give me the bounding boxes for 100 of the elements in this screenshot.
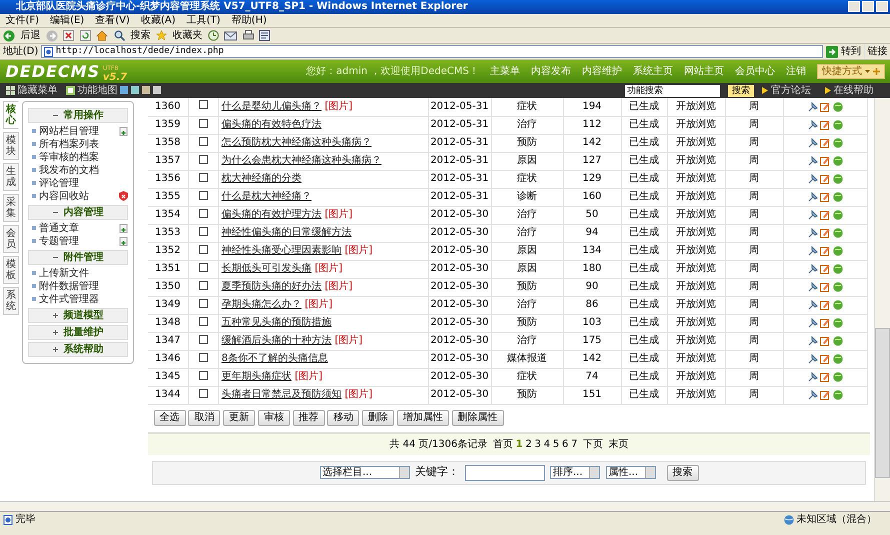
vertical-scrollbar[interactable] [874, 98, 890, 501]
home-icon[interactable] [96, 30, 108, 41]
menu-item[interactable]: 收藏(A) [140, 14, 176, 27]
checkbox[interactable] [198, 352, 208, 362]
globe-icon[interactable] [833, 300, 843, 310]
pin-icon[interactable] [808, 192, 818, 202]
checkbox[interactable] [198, 316, 208, 326]
map-icon[interactable] [66, 86, 74, 95]
edit-icon[interactable] [820, 192, 830, 202]
checkbox[interactable] [198, 226, 208, 236]
mail-icon[interactable] [224, 30, 238, 41]
globe-icon[interactable] [833, 120, 843, 130]
globe-icon[interactable] [833, 390, 843, 400]
globe-icon[interactable] [833, 354, 843, 364]
edit-icon[interactable] [820, 156, 830, 166]
edit-icon[interactable] [820, 336, 830, 346]
first-page-link[interactable]: 首页 [492, 434, 513, 454]
title-link[interactable]: 更年期头痛症状 [222, 371, 292, 382]
checkbox[interactable] [198, 172, 208, 182]
side-tab[interactable]: 生成 [2, 162, 19, 191]
edit-icon[interactable] [820, 372, 830, 382]
title-link[interactable]: 神经性偏头痛的日常缓解方法 [222, 227, 352, 238]
search-button[interactable]: 搜索 [666, 464, 698, 480]
side-tab[interactable]: 系统 [2, 286, 19, 315]
sidebar-link[interactable]: 所有档案列表 [39, 138, 99, 151]
horizontal-scrollbar[interactable] [0, 501, 890, 511]
checkbox[interactable] [198, 136, 208, 146]
menu-item[interactable]: 编辑(E) [50, 14, 84, 27]
help-link[interactable]: 在线帮助 [834, 83, 874, 98]
batch-button[interactable]: 取消 [188, 410, 220, 426]
search-button[interactable]: 搜索 [728, 84, 754, 96]
side-tab[interactable]: 模板 [2, 256, 19, 284]
globe-icon[interactable] [833, 246, 843, 256]
batch-button[interactable]: 推荐 [292, 410, 324, 426]
select-field[interactable]: 属性... [606, 466, 656, 479]
globe-icon[interactable] [833, 138, 843, 148]
title-link[interactable]: 什么是婴幼儿偏头痛？ [222, 100, 322, 112]
pin-icon[interactable] [808, 336, 818, 346]
back-button[interactable]: 后退 [20, 28, 40, 43]
pin-icon[interactable] [808, 102, 818, 112]
shortcut-button[interactable]: 快捷方式 [817, 64, 884, 79]
page-link[interactable]: 6 [562, 434, 568, 454]
edit-icon[interactable] [820, 282, 830, 292]
side-tab[interactable]: 核心 [2, 100, 19, 129]
globe-icon[interactable] [833, 318, 843, 328]
page-link[interactable]: 7 [571, 434, 578, 454]
refresh-icon[interactable] [80, 30, 91, 41]
globe-icon[interactable] [833, 192, 843, 202]
checkbox[interactable] [198, 370, 208, 380]
title-link[interactable]: 孕期头痛怎么办？ [222, 299, 302, 310]
globe-icon[interactable] [833, 210, 843, 220]
globe-icon[interactable] [833, 336, 843, 346]
sidebar-link[interactable]: 上传新文件 [39, 266, 89, 280]
checkbox[interactable] [198, 154, 208, 164]
page-link[interactable]: 1 [516, 434, 523, 454]
edit-icon[interactable] [820, 390, 830, 400]
sidebar-link[interactable]: 等审核的档案 [39, 150, 99, 164]
keyword-field[interactable] [464, 464, 544, 480]
pin-icon[interactable] [808, 120, 818, 130]
checkbox[interactable] [198, 388, 208, 398]
batch-button[interactable]: 删除属性 [452, 410, 504, 426]
sidebar-link[interactable]: 附件数据管理 [39, 280, 99, 293]
sidebar-link[interactable]: 内容回收站 [39, 190, 89, 203]
sidebar-link[interactable]: 专题管理 [39, 234, 79, 248]
globe-icon[interactable] [833, 372, 843, 382]
edit-icon[interactable] [820, 228, 830, 238]
pin-icon[interactable] [808, 210, 818, 220]
side-tab[interactable]: 模块 [2, 132, 19, 160]
title-link[interactable]: 8条你不了解的头痛信息 [222, 353, 328, 364]
go-button[interactable]: 转到 [840, 44, 861, 59]
title-link[interactable]: 夏季预防头痛的好办法 [222, 281, 322, 292]
menu-group-header[interactable]: 系统帮助 [28, 342, 128, 357]
pin-icon[interactable] [808, 174, 818, 184]
edit-icon[interactable] [820, 264, 830, 274]
menu-item[interactable]: 文件(F) [6, 14, 40, 27]
checkbox[interactable] [198, 262, 208, 272]
side-tab[interactable]: 采集 [2, 194, 19, 222]
stop-icon[interactable] [63, 30, 74, 41]
title-link[interactable]: 怎么预防枕大神经痛这种头痛病？ [222, 137, 372, 148]
title-link[interactable]: 神经性头痛受心理因素影响 [222, 245, 342, 256]
pin-icon[interactable] [808, 156, 818, 166]
pin-icon[interactable] [808, 282, 818, 292]
globe-icon[interactable] [833, 264, 843, 274]
function-map-link[interactable]: 功能地图 [77, 83, 118, 98]
title-link[interactable]: 枕大神经痛的分类 [222, 173, 302, 184]
side-tab[interactable]: 会员 [2, 224, 19, 253]
title-link[interactable]: 偏头痛的有效护理方法 [222, 209, 322, 220]
links-button[interactable]: 链接 [864, 44, 888, 59]
select-field[interactable]: 选择栏目... [320, 466, 410, 479]
batch-button[interactable]: 移动 [327, 410, 360, 426]
checkbox[interactable] [198, 244, 208, 254]
checkbox[interactable] [198, 208, 208, 218]
grid-icon[interactable] [6, 86, 14, 95]
title-link[interactable]: 头痛者日常禁忌及预防须知 [222, 389, 342, 400]
menu-item[interactable]: 帮助(H) [231, 14, 267, 27]
page-link[interactable]: 2 [525, 434, 532, 454]
globe-icon[interactable] [833, 174, 843, 184]
hide-menu-link[interactable]: 隐藏菜单 [17, 83, 58, 98]
scroll-thumb[interactable] [875, 328, 890, 478]
select-field[interactable]: 排序... [550, 466, 600, 479]
